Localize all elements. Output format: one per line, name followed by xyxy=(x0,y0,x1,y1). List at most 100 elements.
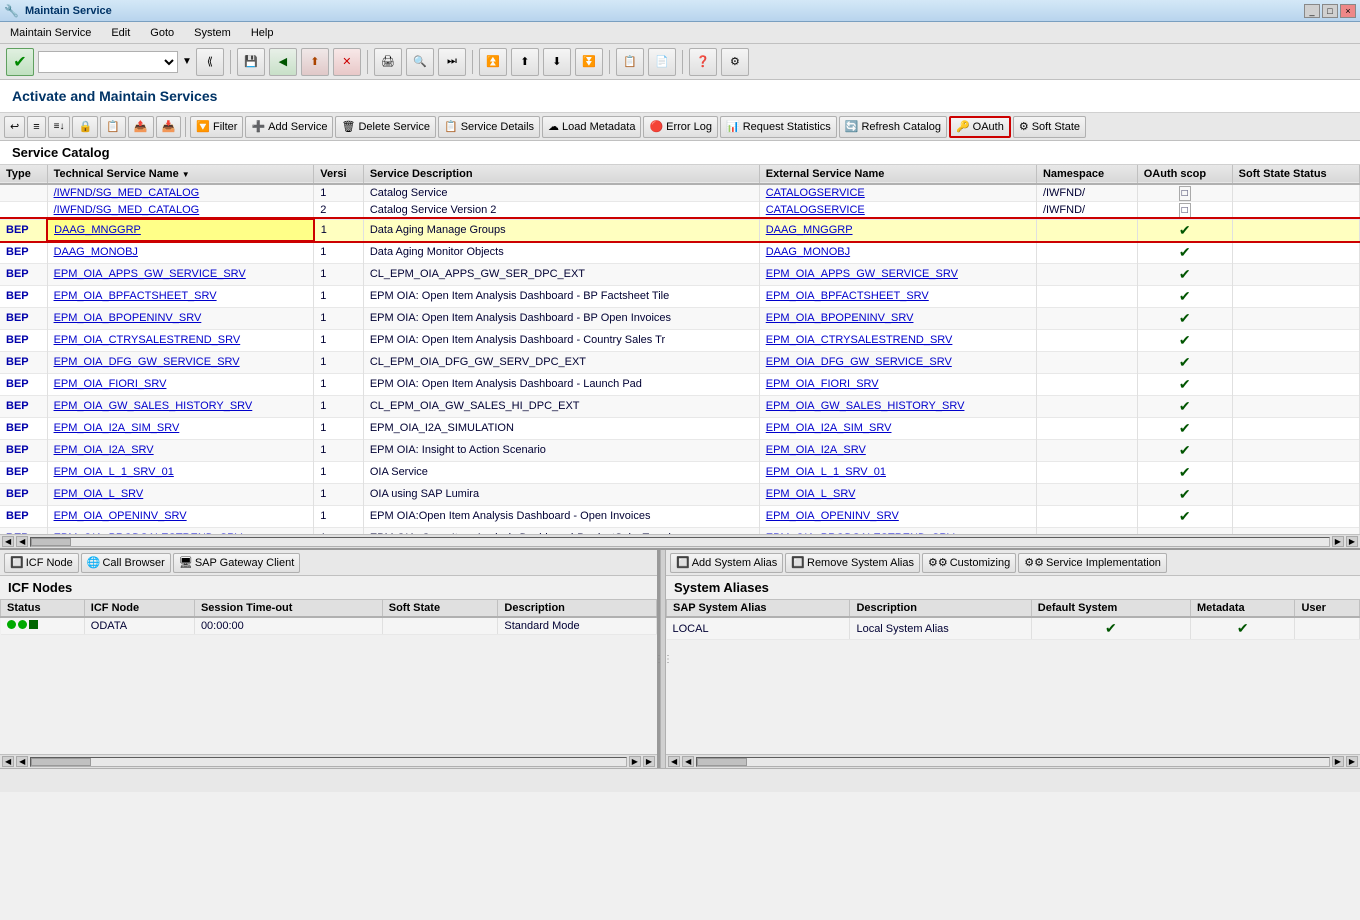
oauth-checked[interactable]: ✔ xyxy=(1137,527,1232,534)
menu-maintain-service[interactable]: Maintain Service xyxy=(6,25,95,41)
oauth-checked[interactable]: ✔ xyxy=(1137,461,1232,483)
right-scroll-right2-btn[interactable]: ▶ xyxy=(1346,756,1358,767)
delete-service-button[interactable]: 🗑 Delete Service xyxy=(335,116,436,138)
cell-external[interactable]: EPM_OIA_APPS_GW_SERVICE_SRV xyxy=(759,263,1036,285)
cell-technical[interactable]: EPM_OIA_BPFACTSHEET_SRV xyxy=(47,285,314,307)
cell-technical[interactable]: EPM_OIA_L_SRV xyxy=(47,483,314,505)
left-scroll-right2-btn[interactable]: ▶ xyxy=(643,756,655,767)
scroll-track[interactable] xyxy=(30,537,1329,547)
load-metadata-button[interactable]: ☁ Load Metadata xyxy=(542,116,641,138)
icon-btn-6[interactable]: 📥 xyxy=(156,116,182,138)
add-service-button[interactable]: ➕ Add Service xyxy=(245,116,333,138)
left-scroll-right-btn[interactable]: ▶ xyxy=(629,756,641,767)
transaction-combo[interactable] xyxy=(38,51,178,73)
add-system-alias-btn[interactable]: 🔲 Add System Alias xyxy=(670,553,783,573)
icon-btn-0[interactable]: ↩ xyxy=(4,116,25,138)
oauth-checked[interactable]: ✔ xyxy=(1137,351,1232,373)
back-button[interactable]: ◀ xyxy=(269,48,297,76)
icf-table-row[interactable]: ODATA 00:00:00 Standard Mode xyxy=(1,617,657,635)
table-hscrollbar[interactable]: ◀ ◀ ▶ ▶ xyxy=(0,534,1360,548)
oauth-checked[interactable]: ✔ xyxy=(1137,241,1232,263)
col-technical[interactable]: Technical Service Name ▼ xyxy=(47,165,314,184)
remove-system-alias-btn[interactable]: 🔲 Remove System Alias xyxy=(785,553,920,573)
icf-node-tab[interactable]: 🔲 ICF Node xyxy=(4,553,79,573)
table-row[interactable]: /IWFND/SG_MED_CATALOG 2 Catalog Service … xyxy=(0,202,1360,220)
scroll-right2-btn[interactable]: ▶ xyxy=(1346,536,1358,547)
cell-technical[interactable]: EPM_OIA_OPENINV_SRV xyxy=(47,505,314,527)
cell-external[interactable]: EPM_OIA_BPFACTSHEET_SRV xyxy=(759,285,1036,307)
menu-edit[interactable]: Edit xyxy=(107,25,134,41)
cell-technical[interactable]: EPM_OIA_I2A_SRV xyxy=(47,439,314,461)
forward-button[interactable]: ⬆ xyxy=(301,48,329,76)
left-hscrollbar[interactable]: ◀ ◀ ▶ ▶ xyxy=(0,754,657,768)
left-scroll-thumb[interactable] xyxy=(31,758,91,766)
cell-technical[interactable]: EPM_OIA_L_1_SRV_01 xyxy=(47,461,314,483)
find-next-button[interactable]: ⏭ xyxy=(438,48,466,76)
cell-technical[interactable]: DAAG_MNGGRP xyxy=(47,219,314,241)
table-row[interactable]: BEP EPM_OIA_OPENINV_SRV 1 EPM OIA:Open I… xyxy=(0,505,1360,527)
next-button[interactable]: ⬇ xyxy=(543,48,571,76)
cell-technical[interactable]: EPM_OIA_GW_SALES_HISTORY_SRV xyxy=(47,395,314,417)
help-button[interactable]: ❓ xyxy=(689,48,717,76)
table-row[interactable]: BEP EPM_OIA_FIORI_SRV 1 EPM OIA: Open It… xyxy=(0,373,1360,395)
system-aliases-table-container[interactable]: SAP System Alias Description Default Sys… xyxy=(666,599,1360,754)
save-button[interactable]: 💾 xyxy=(237,48,265,76)
oauth-unchecked[interactable]: □ xyxy=(1137,184,1232,202)
icon-btn-3[interactable]: 🔒 xyxy=(72,116,98,138)
service-impl-btn[interactable]: ⚙⚙ Service Implementation xyxy=(1018,553,1167,573)
oauth-checked[interactable]: ✔ xyxy=(1137,417,1232,439)
oauth-checked[interactable]: ✔ xyxy=(1137,285,1232,307)
oauth-checked[interactable]: ✔ xyxy=(1137,373,1232,395)
detail-button[interactable]: 📋 xyxy=(616,48,644,76)
cell-external[interactable]: EPM_OIA_CTRYSALESTREND_SRV xyxy=(759,329,1036,351)
cell-external[interactable]: EPM_OIA_BPOPENINV_SRV xyxy=(759,307,1036,329)
table-row[interactable]: /IWFND/SG_MED_CATALOG 1 Catalog Service … xyxy=(0,184,1360,202)
cell-external[interactable]: EPM_OIA_FIORI_SRV xyxy=(759,373,1036,395)
cell-external[interactable]: DAAG_MONOBJ xyxy=(759,241,1036,263)
cell-external[interactable]: EPM_OIA_L_1_SRV_01 xyxy=(759,461,1036,483)
back-fast-button[interactable]: ⟪ xyxy=(196,48,224,76)
cell-technical[interactable]: EPM_OIA_PRODSALESTREND_SRV xyxy=(47,527,314,534)
cancel-button[interactable]: ✕ xyxy=(333,48,361,76)
cell-technical[interactable]: EPM_OIA_DFG_GW_SERVICE_SRV xyxy=(47,351,314,373)
scroll-left-btn[interactable]: ◀ xyxy=(2,536,14,547)
request-statistics-button[interactable]: 📊 Request Statistics xyxy=(720,116,837,138)
table-row[interactable]: BEP EPM_OIA_I2A_SIM_SRV 1 EPM_OIA_I2A_SI… xyxy=(0,417,1360,439)
menu-goto[interactable]: Goto xyxy=(146,25,178,41)
left-scroll-left-btn[interactable]: ◀ xyxy=(2,756,14,767)
cell-external[interactable]: DAAG_MNGGRP xyxy=(759,219,1036,241)
cell-technical[interactable]: DAAG_MONOBJ xyxy=(47,241,314,263)
table-row[interactable]: BEP EPM_OIA_DFG_GW_SERVICE_SRV 1 CL_EPM_… xyxy=(0,351,1360,373)
icon-btn-4[interactable]: 📋 xyxy=(100,116,126,138)
oauth-checked[interactable]: ✔ xyxy=(1137,219,1232,241)
cell-technical[interactable]: EPM_OIA_I2A_SIM_SRV xyxy=(47,417,314,439)
cell-technical[interactable]: /IWFND/SG_MED_CATALOG xyxy=(47,184,314,202)
table-row[interactable]: BEP EPM_OIA_I2A_SRV 1 EPM OIA: Insight t… xyxy=(0,439,1360,461)
maximize-button[interactable]: □ xyxy=(1322,4,1338,18)
cell-external[interactable]: EPM_OIA_OPENINV_SRV xyxy=(759,505,1036,527)
right-scroll-track[interactable] xyxy=(696,757,1329,767)
menu-help[interactable]: Help xyxy=(247,25,278,41)
table-row[interactable]: BEP EPM_OIA_BPFACTSHEET_SRV 1 EPM OIA: O… xyxy=(0,285,1360,307)
cell-external[interactable]: EPM_OIA_I2A_SIM_SRV xyxy=(759,417,1036,439)
cell-technical[interactable]: EPM_OIA_BPOPENINV_SRV xyxy=(47,307,314,329)
error-log-button[interactable]: 🔴 Error Log xyxy=(643,116,718,138)
table-row[interactable]: BEP EPM_OIA_GW_SALES_HISTORY_SRV 1 CL_EP… xyxy=(0,395,1360,417)
cell-technical[interactable]: EPM_OIA_FIORI_SRV xyxy=(47,373,314,395)
minimize-button[interactable]: _ xyxy=(1304,4,1320,18)
menu-system[interactable]: System xyxy=(190,25,235,41)
oauth-checked[interactable]: ✔ xyxy=(1137,307,1232,329)
oauth-button[interactable]: 🔑 OAuth xyxy=(949,116,1011,138)
check-button[interactable]: ✔ xyxy=(6,48,34,76)
cell-external[interactable]: EPM_OIA_L_SRV xyxy=(759,483,1036,505)
filter-button[interactable]: 🔽 Filter xyxy=(190,116,243,138)
table-row[interactable]: BEP EPM_OIA_L_SRV 1 OIA using SAP Lumira… xyxy=(0,483,1360,505)
table-row[interactable]: BEP EPM_OIA_PRODSALESTREND_SRV 1 EPM OIA… xyxy=(0,527,1360,534)
cell-external[interactable]: CATALOGSERVICE xyxy=(759,202,1036,220)
last-button[interactable]: ⏬ xyxy=(575,48,603,76)
sap-gateway-client-tab[interactable]: 🖥 SAP Gateway Client xyxy=(173,553,300,573)
cell-external[interactable]: EPM_OIA_GW_SALES_HISTORY_SRV xyxy=(759,395,1036,417)
cell-external[interactable]: CATALOGSERVICE xyxy=(759,184,1036,202)
oauth-checked[interactable]: ✔ xyxy=(1137,395,1232,417)
right-scroll-left-btn[interactable]: ◀ xyxy=(668,756,680,767)
